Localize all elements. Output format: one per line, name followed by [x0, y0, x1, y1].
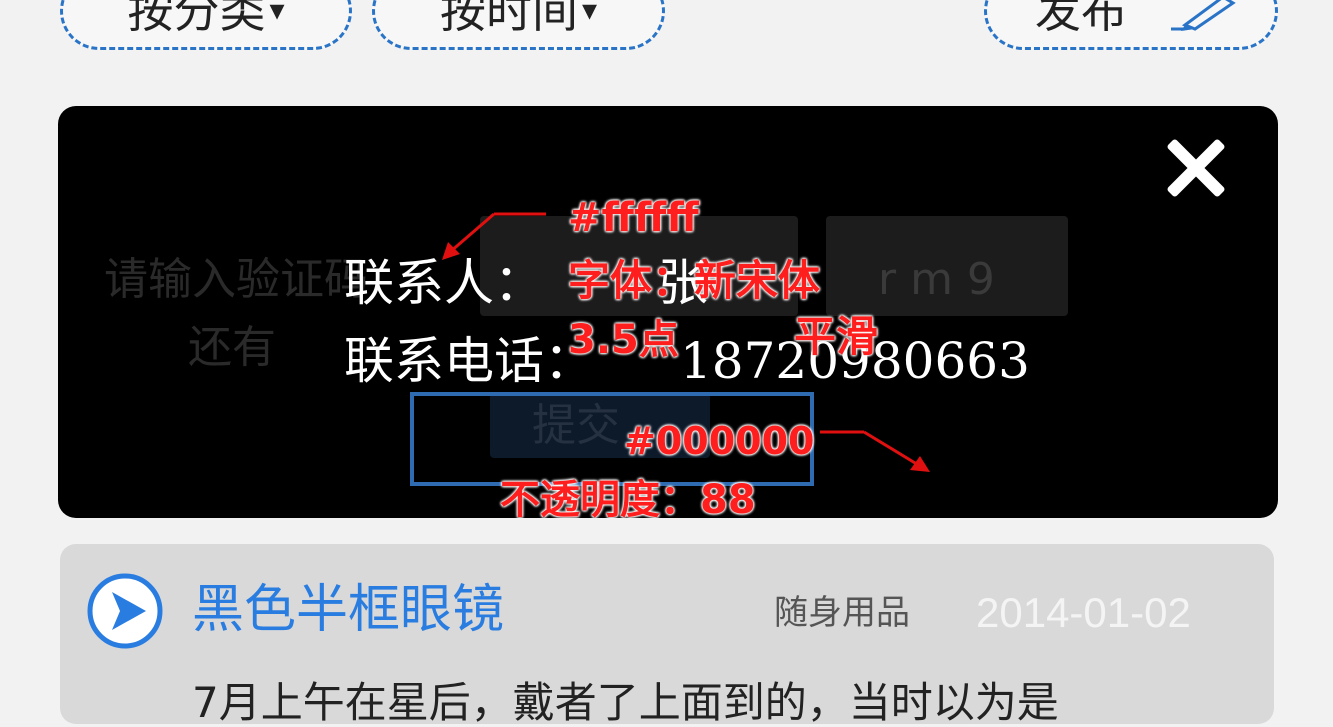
annotation-smoothing: 平滑: [794, 312, 879, 361]
item-description: 7月上午在星后，戴者了上面到的，当时以为是: [192, 678, 1059, 727]
annotation-font: 字体：新宋体: [568, 256, 821, 305]
filter-time-label: 按时间: [439, 0, 578, 38]
filter-category-label: 按分类: [127, 0, 266, 38]
pencil-icon: [1171, 0, 1236, 31]
item-date: 2014-01-02: [976, 589, 1191, 636]
annotation-size: 3.5点: [568, 317, 679, 363]
filter-category-button[interactable]: 按分类 ▾: [60, 0, 352, 50]
filter-time-button[interactable]: 按时间 ▾: [372, 0, 665, 50]
item-category: 随身用品: [774, 593, 910, 633]
publish-label: 发布: [1035, 0, 1127, 38]
chevron-down-icon: ▾: [269, 0, 285, 28]
annotation-opacity: 不透明度：88: [500, 477, 756, 518]
list-item[interactable]: 黑色半框眼镜 随身用品 2014-01-02 7月上午在星后，戴者了上面到的，当…: [60, 544, 1274, 724]
item-title[interactable]: 黑色半框眼镜: [192, 584, 504, 636]
contact-popup: 请输入验证码 r m 9 还有 提交 联系人： 张 联系电话： 18720980…: [58, 106, 1278, 518]
play-icon: [87, 573, 163, 649]
annotation-text-color: #ffffff: [568, 195, 699, 241]
annotation-bg-color: #000000: [624, 419, 815, 463]
publish-button[interactable]: 发布: [984, 0, 1278, 50]
chevron-down-icon: ▾: [581, 0, 598, 28]
